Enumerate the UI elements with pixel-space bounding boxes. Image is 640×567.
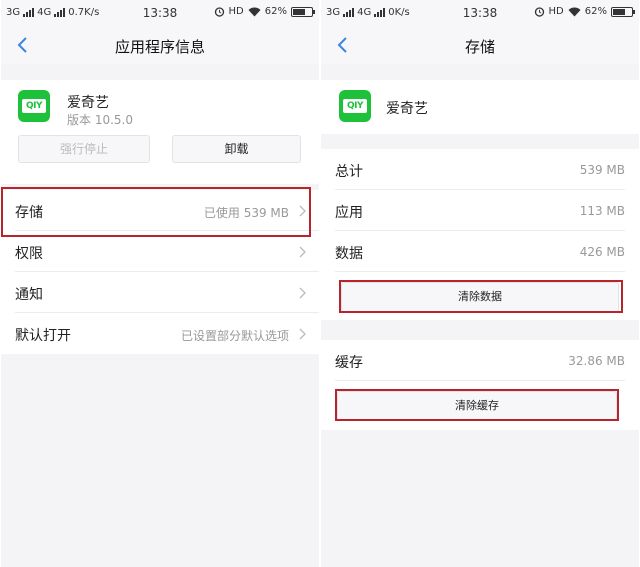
storage-highlight-box xyxy=(1,187,311,237)
status-bar: 3G 4G 0K/s 13:38 HD 62% xyxy=(321,0,639,26)
hd-label: HD xyxy=(548,6,564,17)
app-header-card: QIY 爱奇艺 xyxy=(321,80,639,134)
iqiyi-app-icon: QIY xyxy=(339,90,371,122)
cache-row: 缓存 32.86 MB xyxy=(321,340,639,381)
storage-row-app: 应用 113 MB xyxy=(321,190,639,231)
row-value: 539 MB xyxy=(579,163,625,177)
row-label: 总计 xyxy=(335,164,363,180)
row-label: 默认打开 xyxy=(15,328,71,344)
wifi-icon xyxy=(248,7,261,16)
row-label: 通知 xyxy=(15,287,43,303)
app-header-card: QIY 爱奇艺 版本 10.5.0 强行停止 卸载 xyxy=(1,80,319,184)
status-right: HD 62% xyxy=(214,6,315,17)
settings-row-notifications[interactable]: 通知 xyxy=(1,272,319,313)
chevron-right-icon xyxy=(299,328,306,340)
chevron-right-icon xyxy=(299,287,306,299)
settings-row-open-by-default[interactable]: 默认打开 已设置部分默认选项 xyxy=(1,313,319,354)
page-title: 应用程序信息 xyxy=(114,38,205,56)
chevron-right-icon xyxy=(299,246,306,258)
divider xyxy=(335,271,625,272)
alarm-icon xyxy=(214,7,224,17)
app-info-screen: 3G 4G 0.7K/s 13:38 HD 62% 应用程序信息 QIY 爱奇艺… xyxy=(1,0,319,567)
page-title: 存储 xyxy=(464,38,495,56)
storage-row-total: 总计 539 MB xyxy=(321,149,639,190)
storage-screen: 3G 4G 0K/s 13:38 HD 62% 存储 QIY 爱奇艺 总计 53… xyxy=(321,0,639,567)
app-name: 爱奇艺 xyxy=(67,95,109,111)
uninstall-button[interactable]: 卸载 xyxy=(172,135,301,163)
row-value: 113 MB xyxy=(579,204,625,218)
row-label: 权限 xyxy=(15,246,43,262)
battery-icon xyxy=(611,6,635,17)
row-value: 32.86 MB xyxy=(568,354,625,368)
wifi-icon xyxy=(568,7,581,16)
status-bar: 3G 4G 0.7K/s 13:38 HD 62% xyxy=(1,0,319,26)
nav-bar: 应用程序信息 xyxy=(1,26,319,64)
battery-percent: 62% xyxy=(584,6,607,17)
app-version: 版本 10.5.0 xyxy=(67,113,133,127)
divider xyxy=(335,380,625,381)
settings-row-permissions[interactable]: 权限 xyxy=(1,231,319,272)
clear-data-highlight-box xyxy=(339,280,623,313)
status-right: HD 62% xyxy=(534,6,635,17)
hd-label: HD xyxy=(228,6,244,17)
battery-icon xyxy=(291,6,315,17)
row-value: 426 MB xyxy=(579,245,625,259)
alarm-icon xyxy=(534,7,544,17)
row-label: 数据 xyxy=(335,246,363,262)
battery-percent: 62% xyxy=(264,6,287,17)
row-label: 应用 xyxy=(335,205,363,221)
force-stop-button[interactable]: 强行停止 xyxy=(18,135,150,163)
iqiyi-app-icon: QIY xyxy=(18,90,50,122)
app-name: 爱奇艺 xyxy=(386,101,428,117)
nav-bar: 存储 xyxy=(321,26,639,64)
storage-row-data: 数据 426 MB xyxy=(321,231,639,272)
row-value: 已设置部分默认选项 xyxy=(180,329,289,343)
clear-cache-highlight-box xyxy=(335,389,619,421)
row-label: 缓存 xyxy=(335,355,363,371)
